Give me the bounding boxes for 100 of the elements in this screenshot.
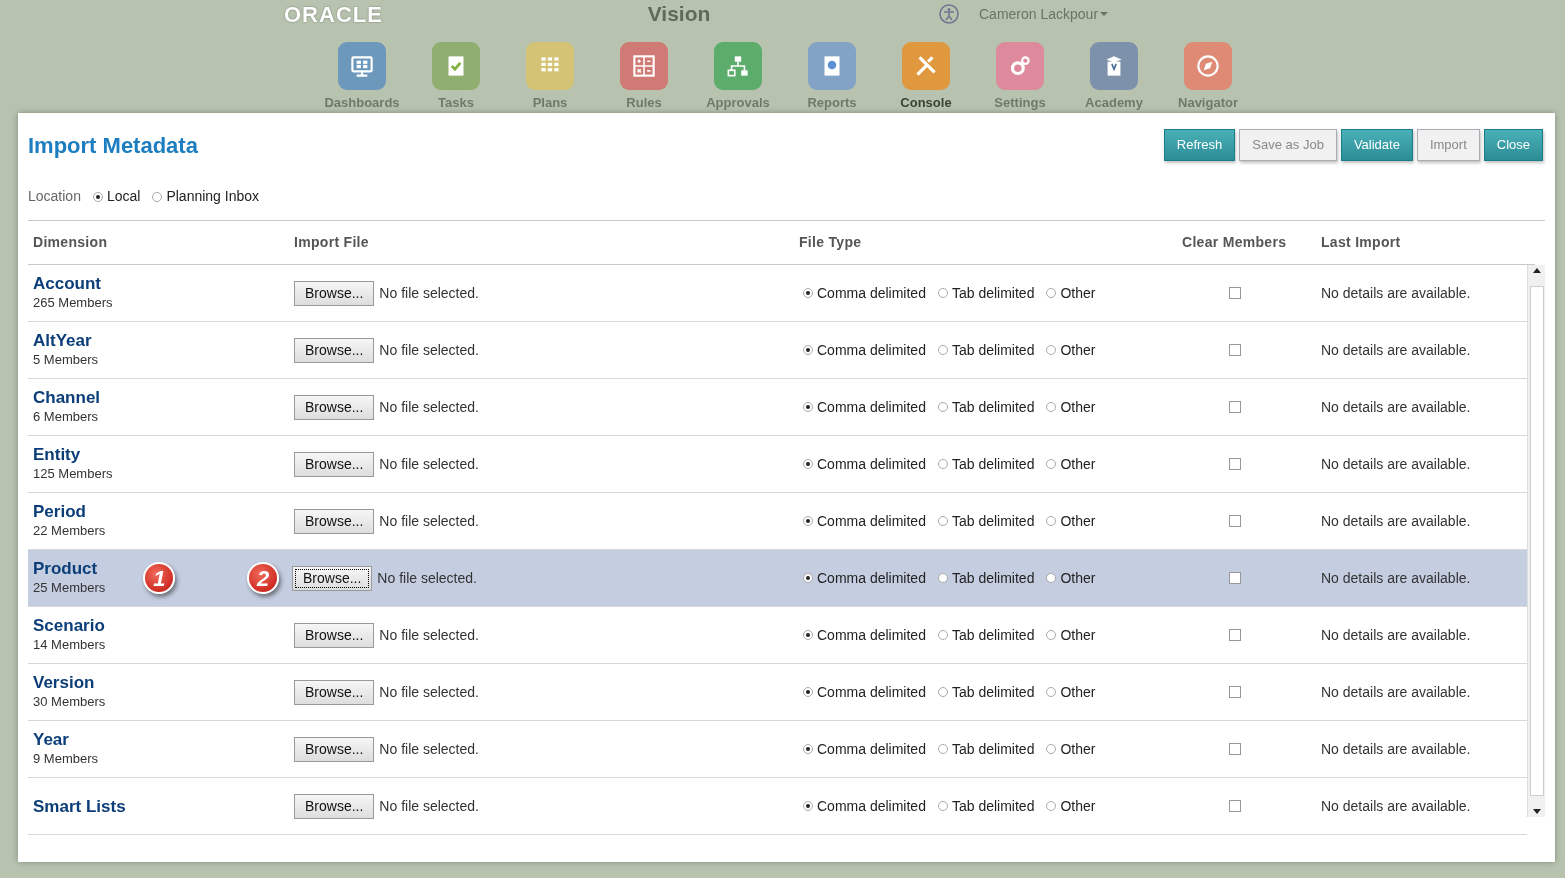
app-tile[interactable] [714, 42, 762, 90]
browse-button[interactable]: Browse... [294, 793, 375, 819]
option-label[interactable]: Tab delimited [951, 339, 1035, 361]
option-label[interactable]: Comma delimited [817, 681, 926, 703]
nav-label[interactable]: Console [900, 96, 952, 110]
browse-button[interactable]: Browse... [294, 451, 375, 477]
browse-button[interactable]: Browse... [294, 679, 375, 705]
option-label[interactable]: Other [1060, 282, 1096, 304]
app-tile[interactable] [620, 42, 668, 90]
radio-button[interactable] [1046, 345, 1057, 355]
radio-button[interactable] [937, 288, 948, 298]
app-tile[interactable] [338, 42, 386, 90]
option-label[interactable]: Other [1060, 681, 1096, 703]
option-label[interactable]: Other [1060, 795, 1096, 817]
option-label[interactable]: Comma delimited [817, 624, 926, 646]
radio-button[interactable] [1046, 402, 1057, 412]
app-tile[interactable] [902, 42, 950, 90]
radio-button[interactable] [152, 191, 163, 202]
option-label[interactable]: Comma delimited [817, 282, 926, 304]
radio-button[interactable] [1046, 801, 1057, 811]
option-label[interactable]: Other [1060, 738, 1096, 760]
checkbox[interactable] [1229, 401, 1241, 413]
app-tile[interactable] [1090, 42, 1138, 90]
radio-button[interactable] [803, 744, 813, 754]
radio-button[interactable] [937, 459, 948, 469]
option-label[interactable]: Other [1060, 567, 1096, 589]
checkbox[interactable] [1229, 458, 1241, 470]
radio-button[interactable] [92, 191, 103, 202]
radio-button[interactable] [803, 288, 813, 298]
app-tile[interactable] [526, 42, 574, 90]
option-label[interactable]: Other [1060, 453, 1096, 475]
member-count: 30 Members [33, 692, 106, 711]
app-tile[interactable] [996, 42, 1044, 90]
radio-button[interactable] [1046, 630, 1057, 640]
option-label[interactable]: Comma delimited [817, 339, 926, 361]
option-label[interactable]: Comma delimited [817, 738, 926, 760]
radio-button[interactable] [937, 801, 948, 811]
option-label[interactable]: Comma delimited [817, 396, 926, 418]
checkbox[interactable] [1229, 572, 1241, 584]
browse-button[interactable]: Browse... [294, 337, 375, 363]
option-label[interactable]: Other [1060, 510, 1096, 532]
radio-button[interactable] [937, 345, 948, 355]
checkbox[interactable] [1229, 743, 1241, 755]
option-label[interactable]: Tab delimited [951, 681, 1035, 703]
option-label[interactable]: Comma delimited [817, 795, 926, 817]
option-label[interactable]: Tab delimited [951, 510, 1035, 532]
radio-button[interactable] [803, 573, 813, 583]
option-label[interactable]: Other [1060, 339, 1096, 361]
option-label[interactable]: Tab delimited [951, 795, 1035, 817]
option-label[interactable]: Tab delimited [951, 453, 1035, 475]
option-label[interactable]: Tab delimited [951, 396, 1035, 418]
option-label[interactable]: Tab delimited [951, 624, 1035, 646]
radio-button[interactable] [803, 687, 813, 697]
radio-button[interactable] [1046, 459, 1057, 469]
radio-button[interactable] [1046, 744, 1057, 754]
option-label[interactable]: Other [1060, 396, 1096, 418]
option-label[interactable]: Local [106, 186, 141, 207]
browse-button[interactable]: Browse... [294, 394, 375, 420]
app-tile[interactable] [1184, 42, 1232, 90]
radio-button[interactable] [1046, 516, 1057, 526]
accessibility-icon[interactable] [939, 4, 959, 24]
radio-button[interactable] [803, 516, 813, 526]
radio-button[interactable] [1046, 687, 1057, 697]
option-label[interactable]: Tab delimited [951, 567, 1035, 589]
option-label[interactable]: Planning Inbox [166, 186, 260, 207]
browse-button[interactable]: Browse... [294, 508, 375, 534]
option-label[interactable]: Comma delimited [817, 453, 926, 475]
checkbox[interactable] [1229, 344, 1241, 356]
option-label[interactable]: Tab delimited [951, 738, 1035, 760]
checkbox[interactable] [1229, 800, 1241, 812]
radio-button[interactable] [803, 459, 813, 469]
checkbox[interactable] [1229, 686, 1241, 698]
browse-button[interactable]: Browse... [294, 622, 375, 648]
caret-icon[interactable] [1099, 12, 1108, 16]
radio-button[interactable] [937, 687, 948, 697]
radio-button[interactable] [803, 345, 813, 355]
browse-button[interactable]: Browse... [294, 736, 375, 762]
radio-button[interactable] [937, 573, 948, 583]
browse-button[interactable]: Browse... [294, 280, 375, 306]
app-tile[interactable] [432, 42, 480, 90]
checkbox[interactable] [1229, 515, 1241, 527]
checkbox[interactable] [1229, 629, 1241, 641]
browse-button[interactable]: Browse... [292, 565, 373, 591]
checkbox[interactable] [1229, 287, 1241, 299]
option-label[interactable]: Comma delimited [817, 567, 926, 589]
radio-button[interactable] [937, 402, 948, 412]
option-label[interactable]: Other [1060, 624, 1096, 646]
option-label[interactable]: Tab delimited [951, 282, 1035, 304]
radio-button[interactable] [937, 744, 948, 754]
radio-button[interactable] [937, 516, 948, 526]
radio-button[interactable] [803, 630, 813, 640]
option-label[interactable]: Comma delimited [817, 510, 926, 532]
scrollbar[interactable] [1527, 265, 1545, 817]
radio-button[interactable] [1046, 573, 1057, 583]
radio-button[interactable] [803, 801, 813, 811]
radio-button[interactable] [1046, 288, 1057, 298]
radio-button[interactable] [803, 402, 813, 412]
radio-button[interactable] [937, 630, 948, 640]
file-status: No file selected. [379, 739, 479, 759]
app-tile[interactable] [808, 42, 856, 90]
